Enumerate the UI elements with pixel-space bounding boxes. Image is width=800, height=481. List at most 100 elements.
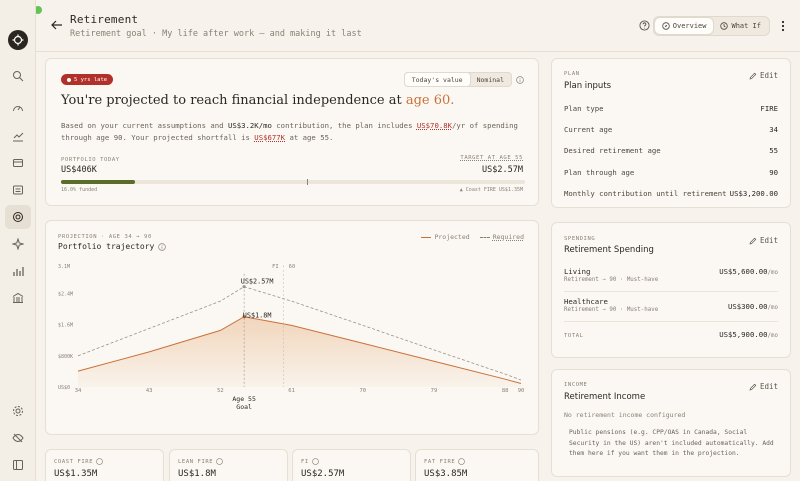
portfolio-today-label: PORTFOLIO TODAY — [61, 157, 120, 163]
spending-item-value: US$300.00/mo — [728, 302, 778, 311]
stat-label: FI — [301, 458, 319, 465]
back-arrow-icon[interactable] — [50, 18, 64, 32]
spending-kicker: SPENDING — [564, 236, 596, 242]
sparkle-icon[interactable] — [8, 234, 28, 254]
income-title: Retirement Income — [564, 392, 646, 402]
spending-edit-button[interactable]: Edit — [749, 236, 778, 245]
plan-row-type: Plan type FIRE — [564, 104, 778, 113]
tab-what-if[interactable]: What If — [713, 18, 768, 34]
stat-value: US$2.57M — [301, 469, 345, 479]
income-edit-button[interactable]: Edit — [749, 382, 778, 391]
legend-required-label: Required — [492, 233, 524, 241]
plan-row-current-age: Current age 34 — [564, 125, 778, 134]
total-value: US$5,900.00/mo — [719, 330, 778, 339]
legend-required-swatch — [479, 236, 490, 238]
divider — [564, 321, 778, 322]
more-menu-icon[interactable] — [778, 19, 788, 33]
info-icon[interactable] — [312, 458, 319, 465]
y-tick-label: $2.4M — [58, 291, 73, 297]
stat-card-coast-fire: COAST FIRE US$1.35M — [45, 449, 164, 481]
x-tick-label: 70 — [359, 388, 366, 394]
x-tick-label: 52 — [217, 388, 224, 394]
pencil-icon — [749, 237, 757, 244]
required-peak-label: US$2.57M — [241, 278, 274, 286]
spending-link[interactable]: US$70.8K — [417, 121, 452, 130]
spending-total: TOTAL US$5,900.00/mo — [564, 330, 778, 339]
goal-label: Goal — [236, 403, 252, 411]
plan-row-retirement-age: Desired retirement age 55 — [564, 146, 778, 155]
funding-progress-bar — [61, 179, 525, 185]
target-icon[interactable] — [5, 205, 31, 229]
row-label: Plan type — [564, 104, 604, 113]
shortfall-link[interactable]: US$677K — [254, 133, 285, 142]
gauge-icon[interactable] — [8, 98, 28, 118]
target-label: TARGET AT AGE 55 — [460, 155, 523, 161]
stat-label: FAT FIRE — [424, 458, 466, 465]
tab-overview[interactable]: Overview — [654, 18, 714, 34]
panel-icon[interactable] — [8, 455, 28, 475]
spending-item-value: US$5,600.00/mo — [719, 267, 778, 276]
eye-off-icon[interactable] — [8, 428, 28, 448]
info-icon[interactable] — [216, 458, 223, 465]
tab-what-if-label: What If — [731, 22, 761, 30]
row-value: 55 — [769, 146, 778, 155]
spending-item-meta: Retirement → 90 · Must-have — [564, 277, 659, 283]
stat-card-lean-fire: LEAN FIRE US$1.8M — [169, 449, 288, 481]
coast-fire-marker — [306, 179, 308, 185]
spending-item-name: Healthcare — [564, 297, 608, 306]
y-tick-label: $1.6M — [58, 323, 73, 329]
stat-label-text: COAST FIRE — [54, 458, 94, 465]
plan-kicker: PLAN — [564, 71, 580, 77]
search-icon[interactable] — [8, 66, 28, 86]
spending-amount: US$300.00 — [727, 302, 768, 311]
row-value: 34 — [769, 125, 778, 134]
total-label: TOTAL — [564, 333, 584, 339]
wallet-icon[interactable] — [8, 153, 28, 173]
fi-summary-card: 5 yrs late Today's value Nominal You're … — [45, 58, 539, 206]
help-icon[interactable] — [639, 20, 650, 31]
stat-card-fat-fire: FAT FIRE US$3.85M — [415, 449, 539, 481]
total-unit: /mo — [767, 333, 778, 339]
contribution-value: US$3.2K/mo — [227, 121, 272, 130]
spending-item-name: Living — [564, 267, 591, 276]
plan-edit-button[interactable]: Edit — [749, 71, 778, 80]
pencil-icon — [749, 383, 757, 390]
plan-row-through-age: Plan through age 90 — [564, 168, 778, 177]
spending-item-healthcare[interactable]: Healthcare US$300.00/mo — [564, 297, 778, 311]
funding-progress-fill — [61, 180, 136, 184]
plan-row-contribution: Monthly contribution until retirement US$… — [564, 189, 778, 198]
list-icon[interactable] — [8, 180, 28, 200]
row-value: US$3,200.00 — [729, 189, 778, 198]
info-icon[interactable] — [516, 76, 524, 84]
clock-icon — [720, 22, 729, 30]
spending-item-meta: Retirement → 90 · Must-have — [564, 307, 659, 313]
settings-icon[interactable] — [8, 401, 28, 421]
plan-edit-label: Edit — [759, 71, 778, 80]
row-label: Monthly contribution until retirement — [564, 189, 727, 198]
headline-text: You're projected to reach financial inde… — [61, 93, 406, 108]
info-icon[interactable] — [458, 458, 466, 465]
target-value: US$2.57M — [482, 165, 523, 175]
row-label: Plan through age — [564, 168, 635, 177]
app-logo[interactable] — [8, 30, 28, 50]
chart-icon[interactable] — [8, 126, 28, 146]
projected-peak-label: US$1.8M — [243, 312, 272, 320]
para-text: contribution, the plan includes — [271, 121, 417, 130]
toggle-nominal[interactable]: Nominal — [470, 73, 511, 86]
bank-icon[interactable] — [8, 288, 28, 308]
bar-chart-icon[interactable] — [8, 261, 28, 281]
projection-title: Portfolio trajectory — [58, 242, 167, 251]
logo-icon — [12, 34, 24, 46]
x-tick-label: 43 — [146, 388, 153, 394]
info-icon[interactable] — [158, 242, 167, 251]
spending-item-living[interactable]: Living US$5,600.00/mo — [564, 267, 778, 276]
toggle-todays-value[interactable]: Today's value — [404, 73, 470, 86]
fi-headline: You're projected to reach financial inde… — [61, 93, 454, 108]
stat-label: COAST FIRE — [54, 458, 103, 465]
stat-label: LEAN FIRE — [178, 458, 223, 465]
info-icon[interactable] — [96, 458, 103, 465]
headline-age: age 60. — [405, 93, 455, 108]
projection-title-text: Portfolio trajectory — [58, 242, 155, 251]
stat-value: US$3.85M — [424, 469, 468, 479]
view-switcher: Overview What If — [652, 16, 770, 36]
